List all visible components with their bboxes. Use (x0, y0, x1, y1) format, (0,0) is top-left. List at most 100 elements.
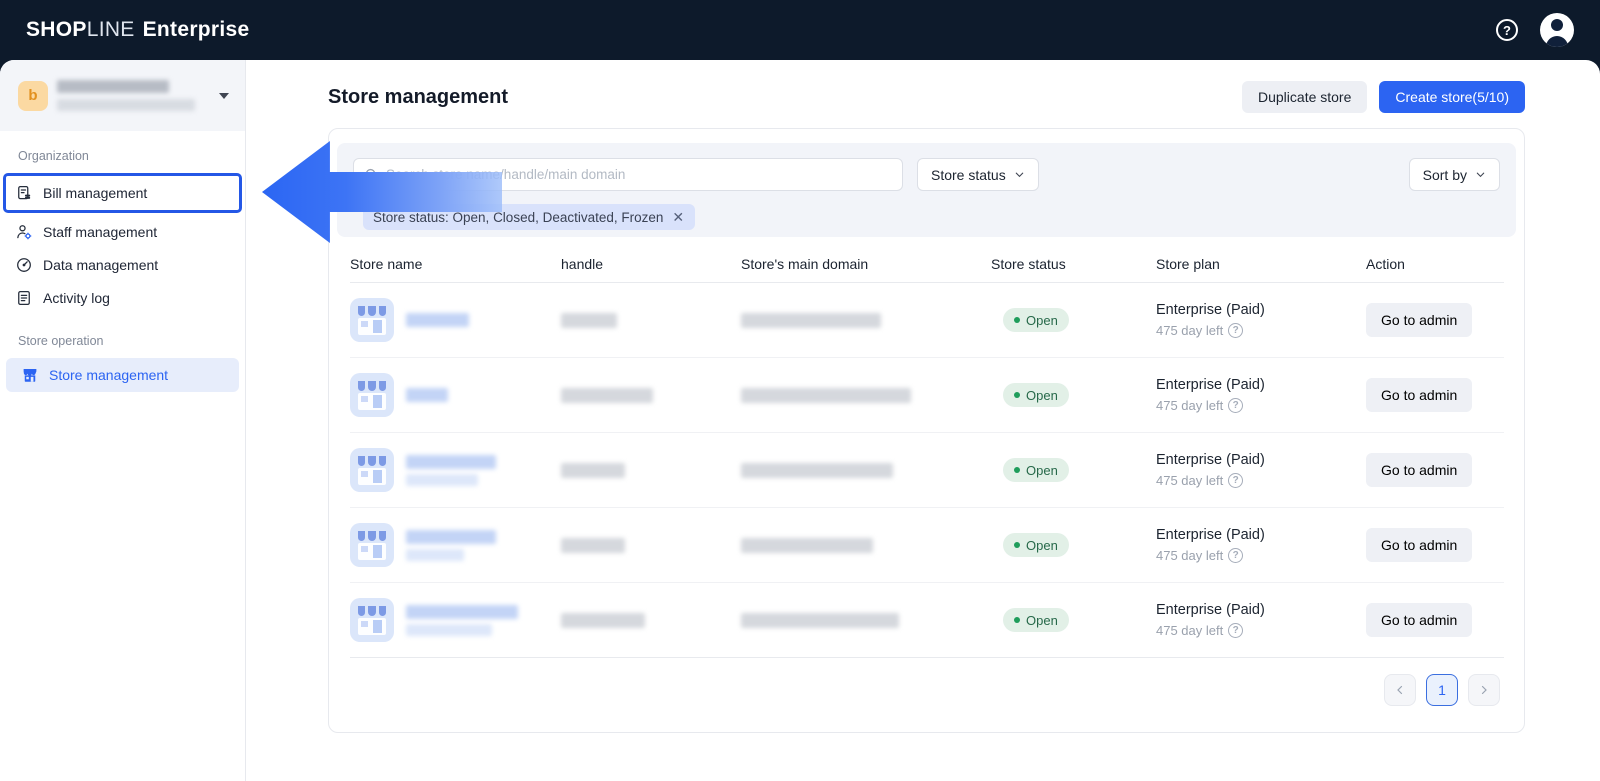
organization-name-redacted (57, 80, 195, 111)
go-to-admin-button[interactable]: Go to admin (1366, 453, 1472, 487)
sidebar-nav: Organization Bill management Staff manag… (0, 131, 245, 392)
search-box (353, 158, 903, 191)
table-row: Open Enterprise (Paid) 475 day left? Go … (350, 433, 1504, 508)
chevron-left-icon (1394, 684, 1406, 696)
store-plan-name: Enterprise (Paid) (1156, 527, 1366, 543)
section-label-organization: Organization (0, 145, 245, 173)
col-action: Action (1366, 256, 1504, 272)
chevron-down-icon (1014, 169, 1025, 180)
col-store-status: Store status (991, 256, 1156, 272)
store-plan-name: Enterprise (Paid) (1156, 302, 1366, 318)
store-status-dropdown[interactable]: Store status (917, 158, 1039, 191)
page-title: Store management (328, 86, 508, 109)
activity-log-icon (15, 289, 33, 307)
store-thumbnail-icon (350, 523, 394, 567)
handle-redacted (561, 313, 617, 328)
store-name-redacted[interactable] (406, 455, 496, 486)
remove-filter-icon[interactable]: ✕ (672, 210, 684, 224)
section-label-store-operation: Store operation (0, 330, 245, 358)
store-name-redacted[interactable] (406, 605, 518, 636)
go-to-admin-button[interactable]: Go to admin (1366, 378, 1472, 412)
filter-chip-label: Store status: Open, Closed, Deactivated,… (373, 210, 663, 225)
col-store-name: Store name (350, 256, 561, 272)
go-to-admin-button[interactable]: Go to admin (1366, 528, 1472, 562)
status-badge: Open (1003, 458, 1069, 482)
logo-line: LINE (87, 18, 135, 42)
handle-redacted (561, 388, 653, 403)
table-row: Open Enterprise (Paid) 475 day left? Go … (350, 358, 1504, 433)
chevron-right-icon (1478, 684, 1490, 696)
active-filter-chip: Store status: Open, Closed, Deactivated,… (363, 204, 695, 230)
store-list-card: Store status Sort by Store status: Open,… (328, 128, 1525, 733)
sidebar-item-label: Staff management (43, 224, 157, 240)
user-avatar-icon[interactable] (1540, 13, 1574, 47)
shopline-logo: SHOPLINEEnterprise (26, 18, 249, 42)
status-badge: Open (1003, 533, 1069, 557)
store-thumbnail-icon (350, 298, 394, 342)
prev-page-button[interactable] (1384, 674, 1416, 706)
store-status-dropdown-label: Store status (931, 167, 1006, 183)
sidebar-item-activity-log[interactable]: Activity log (0, 281, 245, 314)
status-dot-icon (1014, 617, 1020, 623)
data-icon (15, 256, 33, 274)
sidebar-item-bill-management[interactable]: Bill management (3, 173, 242, 213)
filter-panel: Store status Sort by Store status: Open,… (337, 143, 1516, 237)
go-to-admin-button[interactable]: Go to admin (1366, 303, 1472, 337)
sidebar-item-label: Bill management (43, 185, 147, 201)
store-name-redacted[interactable] (406, 530, 496, 561)
sidebar-item-store-management[interactable]: Store management (6, 358, 239, 392)
store-thumbnail-icon (350, 598, 394, 642)
search-icon (364, 167, 379, 182)
sort-by-dropdown[interactable]: Sort by (1409, 158, 1500, 191)
main-domain-redacted (741, 313, 881, 328)
help-icon[interactable]: ? (1496, 19, 1518, 41)
main-domain-redacted (741, 388, 911, 403)
bill-icon (15, 184, 33, 202)
store-name-redacted[interactable] (406, 313, 469, 327)
handle-redacted (561, 538, 625, 553)
status-badge: Open (1003, 383, 1069, 407)
col-handle: handle (561, 256, 741, 272)
sidebar-item-label: Data management (43, 257, 158, 273)
duplicate-store-button[interactable]: Duplicate store (1242, 81, 1367, 113)
main-content: Store management Duplicate store Create … (246, 60, 1600, 781)
question-icon[interactable]: ? (1228, 323, 1243, 338)
sidebar-item-data-management[interactable]: Data management (0, 248, 245, 281)
sort-by-dropdown-label: Sort by (1423, 167, 1467, 183)
handle-redacted (561, 613, 645, 628)
table-body: Open Enterprise (Paid) 475 day left? Go … (350, 283, 1504, 658)
main-domain-redacted (741, 613, 899, 628)
staff-icon (15, 223, 33, 241)
plan-days-left: 475 day left (1156, 398, 1223, 413)
chevron-down-icon (219, 93, 229, 99)
next-page-button[interactable] (1468, 674, 1500, 706)
plan-days-left: 475 day left (1156, 548, 1223, 563)
table-header-row: Store name handle Store's main domain St… (350, 245, 1504, 283)
plan-days-left: 475 day left (1156, 473, 1223, 488)
pagination: 1 (337, 674, 1500, 706)
store-plan-name: Enterprise (Paid) (1156, 452, 1366, 468)
chevron-down-icon (1475, 169, 1486, 180)
logo-enterprise: Enterprise (143, 18, 250, 42)
organization-switcher[interactable]: b (0, 60, 245, 131)
status-dot-icon (1014, 392, 1020, 398)
table-row: Open Enterprise (Paid) 475 day left? Go … (350, 583, 1504, 658)
go-to-admin-button[interactable]: Go to admin (1366, 603, 1472, 637)
sidebar-item-label: Activity log (43, 290, 110, 306)
status-dot-icon (1014, 317, 1020, 323)
plan-days-left: 475 day left (1156, 323, 1223, 338)
store-name-redacted[interactable] (406, 388, 448, 402)
status-badge: Open (1003, 608, 1069, 632)
question-icon[interactable]: ? (1228, 623, 1243, 638)
store-plan-name: Enterprise (Paid) (1156, 602, 1366, 618)
table-row: Open Enterprise (Paid) 475 day left? Go … (350, 508, 1504, 583)
search-input[interactable] (386, 167, 892, 182)
sidebar-item-label: Store management (49, 367, 168, 383)
create-store-button[interactable]: Create store(5/10) (1379, 81, 1525, 113)
page-number-button[interactable]: 1 (1426, 674, 1458, 706)
stores-table: Store name handle Store's main domain St… (350, 245, 1504, 658)
question-icon[interactable]: ? (1228, 398, 1243, 413)
sidebar-item-staff-management[interactable]: Staff management (0, 215, 245, 248)
question-icon[interactable]: ? (1228, 548, 1243, 563)
question-icon[interactable]: ? (1228, 473, 1243, 488)
